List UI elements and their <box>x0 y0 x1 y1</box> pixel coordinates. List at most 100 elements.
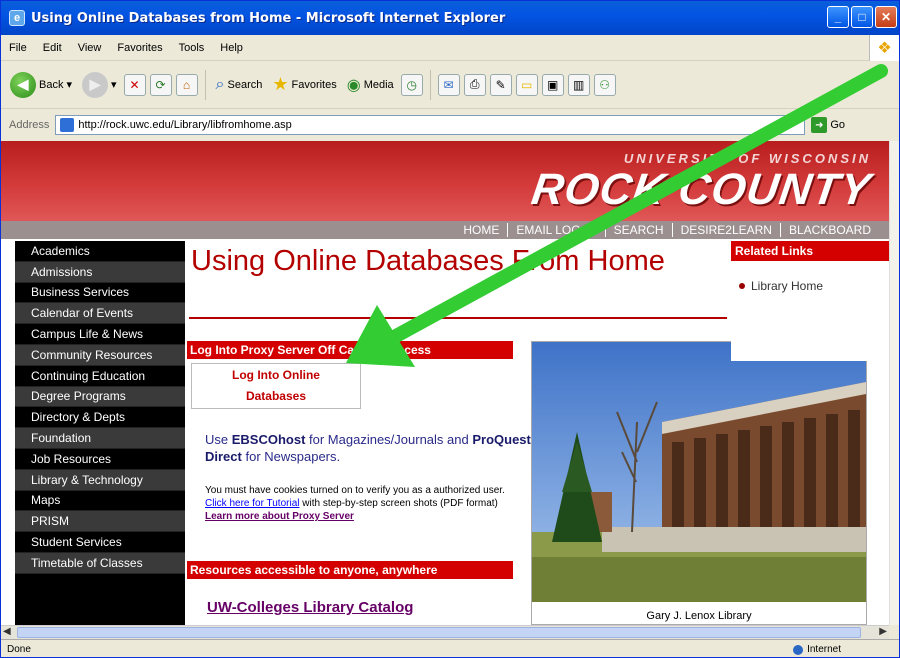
nav-student-services[interactable]: Student Services <box>15 532 185 553</box>
campus-logo-text: ROCK COUNTY <box>529 165 875 214</box>
menu-bar: File Edit View Favorites Tools Help <box>1 35 899 61</box>
close-button[interactable]: ✕ <box>875 6 897 28</box>
favorites-button[interactable]: ★ Favorites <box>269 72 339 97</box>
nav-foundation[interactable]: Foundation <box>15 428 185 449</box>
scroll-thumb[interactable] <box>17 627 861 638</box>
menu-view[interactable]: View <box>76 40 104 56</box>
ebsco-link[interactable]: EBSCOhost <box>232 432 306 447</box>
left-navigation: Academics Admissions Business Services C… <box>15 241 185 625</box>
page-icon <box>60 118 75 132</box>
topnav-email-login[interactable]: EMAIL LOG-IN <box>507 223 604 237</box>
ie-icon: e <box>9 10 25 26</box>
address-bar: Address http://rock.uwc.edu/Library/libf… <box>1 109 899 141</box>
go-label: Go <box>830 119 846 131</box>
resources-header: Resources accessible to anyone, anywhere <box>187 561 513 579</box>
nav-directory[interactable]: Directory & Depts <box>15 407 185 429</box>
menu-edit[interactable]: Edit <box>41 40 64 56</box>
library-photo: Gary J. Lenox Library <box>531 341 867 625</box>
forward-button[interactable]: ▶ ▾ <box>79 70 120 100</box>
globe-icon <box>793 644 804 655</box>
topnav-blackboard[interactable]: BLACKBOARD <box>779 223 879 237</box>
nav-calendar[interactable]: Calendar of Events <box>15 303 185 325</box>
toolbar-separator <box>429 69 431 100</box>
edit-icon[interactable]: ✎ <box>489 73 512 96</box>
university-text: UNIVERSITY OF WISCONSIN <box>623 151 871 166</box>
topnav-desire2learn[interactable]: DESIRE2LEARN <box>671 223 780 237</box>
nav-degree-programs[interactable]: Degree Programs <box>15 386 185 408</box>
print-icon[interactable]: ⎙ <box>463 73 486 96</box>
cookie-text-2: with step-by-step screen shots (PDF form… <box>299 498 498 509</box>
mail-icon[interactable]: ✉ <box>437 73 460 96</box>
related-link-library-home[interactable]: Library Home <box>731 279 889 293</box>
back-label: Back <box>39 78 64 91</box>
menu-help[interactable]: Help <box>218 40 245 56</box>
login-line-2: Databases <box>245 389 307 403</box>
proxy-header: Log Into Proxy Server Off Campus Access <box>187 341 513 359</box>
library-catalog-link[interactable]: UW-Colleges Library Catalog <box>207 599 413 616</box>
bullet-icon <box>739 283 745 289</box>
related-links-header: Related Links <box>731 241 889 261</box>
tutorial-link[interactable]: Click here for Tutorial <box>205 498 299 509</box>
nav-library-technology[interactable]: Library & Technology <box>15 469 185 491</box>
site-banner: UNIVERSITY OF WISCONSIN ROCK COUNTY <box>1 141 889 221</box>
topnav-search[interactable]: SEARCH <box>604 223 672 237</box>
title-bar[interactable]: e Using Online Databases from Home - Mic… <box>1 1 899 35</box>
media-label: Media <box>363 78 394 91</box>
star-icon: ★ <box>272 74 289 94</box>
menu-favorites[interactable]: Favorites <box>115 40 164 56</box>
history-icon[interactable]: ◷ <box>400 73 423 96</box>
scroll-left-icon[interactable]: ◀ <box>3 626 11 637</box>
favorites-label: Favorites <box>291 78 337 91</box>
media-icon: ◉ <box>346 76 361 94</box>
research-icon[interactable]: ▥ <box>567 73 590 96</box>
nav-prism[interactable]: PRISM <box>15 511 185 533</box>
back-button[interactable]: ◀ Back ▾ <box>7 70 75 100</box>
topnav-home[interactable]: HOME <box>455 223 507 237</box>
related-links: Related Links Library Home <box>731 241 889 361</box>
toolbar-separator <box>204 69 206 100</box>
minimize-button[interactable]: _ <box>827 6 849 28</box>
folder-icon[interactable]: ▭ <box>515 73 538 96</box>
nav-community-resources[interactable]: Community Resources <box>15 344 185 366</box>
title-divider <box>189 317 727 319</box>
go-button[interactable]: ➜ Go <box>811 117 845 133</box>
back-arrow-icon: ◀ <box>10 71 36 98</box>
cookie-note: You must have cookies turned on to verif… <box>205 484 525 523</box>
nav-timetable[interactable]: Timetable of Classes <box>15 552 185 574</box>
login-databases-button[interactable]: Log Into Online Databases <box>191 363 361 409</box>
contacts-icon[interactable]: ⚇ <box>593 73 616 96</box>
nav-academics[interactable]: Academics <box>15 241 185 262</box>
vertical-scrollbar[interactable] <box>889 141 899 625</box>
top-navigation: HOME EMAIL LOG-IN SEARCH DESIRE2LEARN BL… <box>1 221 889 239</box>
browser-window: e Using Online Databases from Home - Mic… <box>0 0 900 658</box>
refresh-icon[interactable]: ⟳ <box>149 73 172 96</box>
window-controls: _ □ ✕ <box>827 6 897 28</box>
windows-logo-icon: ❖ <box>869 35 899 61</box>
nav-continuing-education[interactable]: Continuing Education <box>15 366 185 387</box>
messenger-icon[interactable]: ▣ <box>541 73 564 96</box>
home-icon[interactable]: ⌂ <box>175 73 198 96</box>
photo-caption: Gary J. Lenox Library <box>646 610 752 622</box>
stop-icon[interactable]: ✕ <box>123 73 146 96</box>
search-button[interactable]: ⌕ Search <box>213 74 266 96</box>
nav-campus-life[interactable]: Campus Life & News <box>15 324 185 345</box>
library-image <box>532 342 866 602</box>
nav-business-services[interactable]: Business Services <box>15 283 185 304</box>
use-text: for Magazines/Journals and <box>305 432 473 447</box>
forward-arrow-icon: ▶ <box>82 71 108 98</box>
horizontal-scrollbar[interactable]: ◀ ▶ <box>1 625 889 639</box>
page-content: UNIVERSITY OF WISCONSIN ROCK COUNTY HOME… <box>1 141 889 625</box>
nav-job-resources[interactable]: Job Resources <box>15 449 185 470</box>
media-button[interactable]: ◉ Media <box>344 73 397 97</box>
related-link-label: Library Home <box>751 279 824 293</box>
menu-tools[interactable]: Tools <box>177 40 207 56</box>
scroll-right-icon[interactable]: ▶ <box>879 626 887 637</box>
address-input[interactable]: http://rock.uwc.edu/Library/libfromhome.… <box>55 115 806 135</box>
use-text: for Newspapers. <box>241 449 341 464</box>
zone-label: Internet <box>807 644 841 655</box>
nav-admissions[interactable]: Admissions <box>15 261 185 283</box>
maximize-button[interactable]: □ <box>851 6 873 28</box>
learn-more-link[interactable]: Learn more about Proxy Server <box>205 511 354 522</box>
menu-file[interactable]: File <box>7 40 29 56</box>
nav-maps[interactable]: Maps <box>15 491 185 512</box>
